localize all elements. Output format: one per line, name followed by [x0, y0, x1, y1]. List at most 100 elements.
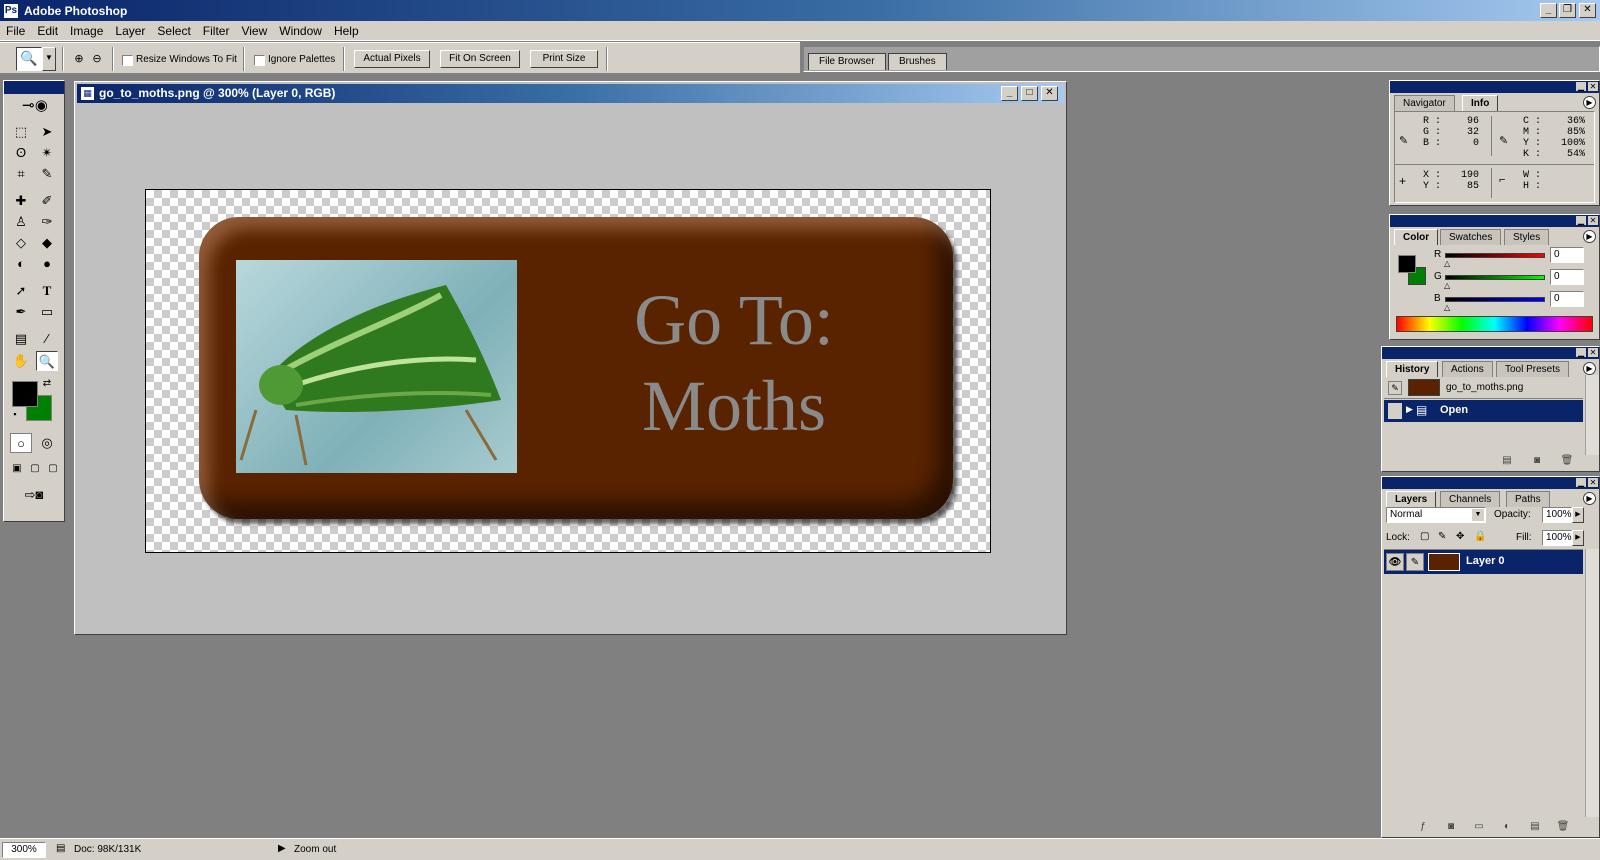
layer-style-icon[interactable]: ƒ — [1416, 821, 1430, 833]
panel-close-button[interactable]: ✕ — [1588, 348, 1598, 357]
marquee-tool-icon[interactable]: ⬚ — [10, 122, 32, 142]
panel-menu-icon[interactable]: ▶ — [1583, 96, 1596, 109]
blur-tool-icon[interactable]: ◐ — [10, 254, 32, 274]
menu-filter[interactable]: Filter — [197, 24, 236, 38]
type-tool-icon[interactable]: T — [36, 281, 58, 301]
doc-close-button[interactable]: ✕ — [1041, 86, 1058, 101]
tab-file-browser[interactable]: File Browser — [808, 53, 886, 70]
tab-history[interactable]: History — [1386, 361, 1439, 377]
brush-tool-icon[interactable]: ✐ — [36, 191, 58, 211]
doc-minimize-button[interactable]: _ — [1001, 86, 1018, 101]
lock-image-icon[interactable]: ✎ — [1438, 531, 1446, 542]
tab-swatches[interactable]: Swatches — [1440, 229, 1502, 245]
color-ramp[interactable] — [1396, 316, 1593, 332]
paint-bucket-icon[interactable]: ◆ — [36, 233, 58, 253]
eye-icon[interactable]: 👁 — [1386, 553, 1404, 571]
doc-maximize-button[interactable]: □ — [1021, 86, 1038, 101]
adobe-online-icon[interactable]: ⊸◉ — [10, 96, 60, 116]
history-snapshot-row[interactable]: ✎ go_to_moths.png — [1384, 377, 1583, 399]
menu-layer[interactable]: Layer — [109, 24, 151, 38]
trash-icon[interactable]: 🗑 — [1556, 821, 1570, 833]
path-selection-icon[interactable]: ➚ — [10, 281, 32, 301]
opacity-slider-arrow[interactable]: ▶ — [1572, 507, 1584, 523]
tab-actions[interactable]: Actions — [1442, 361, 1493, 377]
foreground-color-chip[interactable] — [1398, 255, 1416, 273]
menu-view[interactable]: View — [235, 24, 273, 38]
panel-menu-icon[interactable]: ▶ — [1583, 362, 1596, 375]
panel-minimize-button[interactable]: ▁ — [1576, 216, 1586, 225]
actual-pixels-button[interactable]: Actual Pixels — [354, 50, 430, 68]
healing-brush-icon[interactable]: ✚ — [10, 191, 32, 211]
tab-brushes[interactable]: Brushes — [888, 53, 947, 70]
tool-preset-picker[interactable]: 🔍 — [16, 47, 42, 71]
menu-image[interactable]: Image — [64, 24, 109, 38]
notes-tool-icon[interactable]: ▤ — [10, 329, 32, 349]
eraser-tool-icon[interactable]: ◇ — [10, 233, 32, 253]
lock-transparent-icon[interactable]: ▢ — [1420, 531, 1429, 542]
magic-wand-icon[interactable]: ✴ — [36, 143, 58, 163]
blend-mode-select[interactable]: Normal ▼ — [1386, 507, 1486, 523]
swap-colors-icon[interactable]: ⇄ — [40, 377, 54, 391]
tab-navigator[interactable]: Navigator — [1394, 95, 1455, 111]
field-b[interactable]: 0 — [1550, 291, 1584, 307]
panel-menu-icon[interactable]: ▶ — [1583, 230, 1596, 243]
full-screen-menu-icon[interactable]: ▢ — [26, 459, 44, 479]
panel-minimize-button[interactable]: ▁ — [1576, 82, 1586, 91]
dodge-tool-icon[interactable]: ● — [36, 254, 58, 274]
tab-channels[interactable]: Channels — [1440, 491, 1501, 507]
layer-row[interactable]: 👁 ✎ Layer 0 — [1384, 550, 1583, 574]
restore-button[interactable]: ❐ — [1559, 3, 1576, 18]
tool-preset-dropdown[interactable]: ▼ — [42, 47, 56, 71]
history-scrollbar[interactable] — [1585, 375, 1599, 455]
slider-g-handle[interactable]: △ — [1444, 281, 1450, 290]
standard-mode-icon[interactable]: ○ — [10, 433, 32, 453]
adjustment-layer-icon[interactable]: ◐ — [1500, 821, 1514, 833]
hand-tool-icon[interactable]: ✋ — [10, 351, 32, 371]
new-snapshot-icon[interactable]: ◙ — [1530, 455, 1544, 467]
slider-r[interactable] — [1445, 253, 1545, 258]
eyedropper-icon[interactable]: ⁄ — [36, 329, 58, 349]
tab-layers[interactable]: Layers — [1386, 491, 1437, 507]
slider-g[interactable] — [1445, 275, 1545, 280]
new-set-icon[interactable]: ▭ — [1472, 821, 1486, 833]
slice-tool-icon[interactable]: ✎ — [36, 164, 58, 184]
clone-stamp-icon[interactable]: ♙ — [10, 212, 32, 232]
menu-select[interactable]: Select — [151, 24, 196, 38]
panel-close-button[interactable]: ✕ — [1588, 478, 1598, 487]
tab-color[interactable]: Color — [1394, 229, 1439, 245]
history-brush-icon[interactable]: ✑ — [36, 212, 58, 232]
fill-slider-arrow[interactable]: ▶ — [1572, 530, 1584, 546]
panel-menu-icon[interactable]: ▶ — [1583, 492, 1596, 505]
opacity-field[interactable]: 100% — [1542, 507, 1572, 523]
panel-minimize-button[interactable]: ▁ — [1576, 348, 1586, 357]
menu-window[interactable]: Window — [273, 24, 328, 38]
close-button[interactable]: ✕ — [1579, 3, 1596, 18]
zoom-field[interactable]: 300% — [2, 842, 46, 858]
tab-info[interactable]: Info — [1462, 95, 1499, 111]
zoom-out-icon[interactable]: ⊖ — [86, 49, 108, 69]
panel-close-button[interactable]: ✕ — [1588, 216, 1598, 225]
panel-minimize-button[interactable]: ▁ — [1576, 478, 1586, 487]
history-brush-slot[interactable] — [1388, 403, 1402, 419]
tab-paths[interactable]: Paths — [1506, 491, 1550, 507]
slider-b[interactable] — [1445, 297, 1545, 302]
lock-all-icon[interactable]: 🔒 — [1474, 531, 1486, 542]
image-canvas[interactable]: Go To: Moths — [145, 189, 991, 553]
status-menu-arrow-icon[interactable]: ▶ — [278, 843, 286, 854]
default-colors-icon[interactable]: ▪ — [8, 407, 22, 421]
zoom-tool-icon[interactable]: 🔍 — [36, 351, 58, 371]
layers-scrollbar[interactable] — [1585, 549, 1599, 817]
field-r[interactable]: 0 — [1550, 247, 1584, 263]
resize-windows-checkbox[interactable] — [122, 55, 133, 66]
slider-r-handle[interactable]: △ — [1444, 259, 1450, 268]
fill-field[interactable]: 100% — [1542, 530, 1572, 546]
pen-tool-icon[interactable]: ✒ — [10, 302, 32, 322]
crop-tool-icon[interactable]: ⌗ — [10, 164, 32, 184]
lasso-tool-icon[interactable]: ʘ — [10, 143, 32, 163]
minimize-button[interactable]: _ — [1540, 3, 1557, 18]
chevron-down-icon[interactable]: ▼ — [1472, 509, 1484, 521]
lock-position-icon[interactable]: ✥ — [1456, 531, 1464, 542]
jump-to-imageready-icon[interactable]: ⇨◙ — [10, 485, 58, 505]
quick-mask-icon[interactable]: ◎ — [36, 433, 58, 453]
full-screen-icon[interactable]: ▢ — [44, 459, 62, 479]
